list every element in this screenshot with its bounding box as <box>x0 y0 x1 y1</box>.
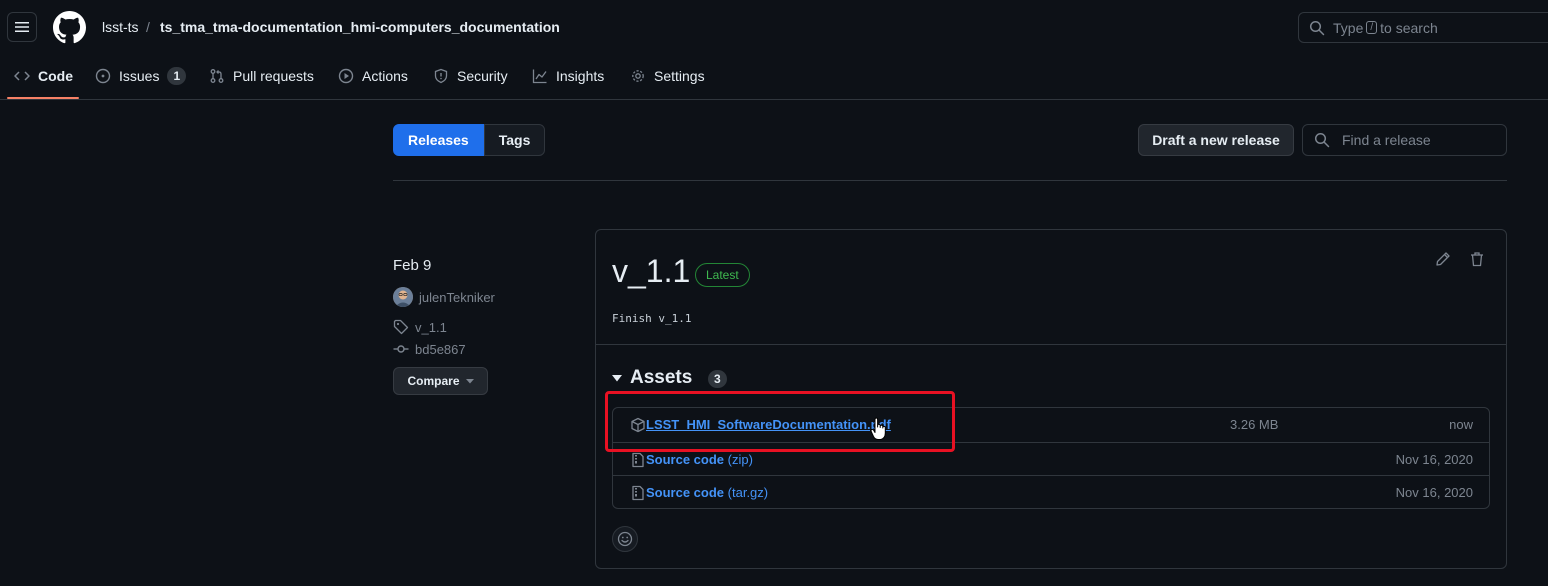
asset-date: Nov 16, 2020 <box>1395 452 1473 467</box>
draft-new-release-button[interactable]: Draft a new release <box>1138 124 1294 156</box>
tab-code[interactable]: Code <box>14 62 73 90</box>
highlight-box <box>605 391 955 452</box>
code-icon <box>14 71 30 81</box>
tab-security[interactable]: Security <box>433 62 508 90</box>
asset-name: Source code <box>646 485 725 500</box>
asset-date: now <box>1449 417 1473 432</box>
find-release-field[interactable] <box>1302 124 1507 156</box>
latest-badge: Latest <box>695 263 750 287</box>
tab-settings[interactable]: Settings <box>630 62 705 90</box>
tab-actions[interactable]: Actions <box>338 62 408 90</box>
compare-button[interactable]: Compare <box>393 367 488 395</box>
source-code-zip-link[interactable]: Source code (zip) <box>646 452 753 467</box>
active-tab-underline <box>7 97 79 99</box>
assets-toggle[interactable]: Assets <box>612 367 692 389</box>
release-notes: Finish v_1.1 <box>612 312 692 325</box>
hamburger-icon <box>15 22 29 32</box>
source-code-targz-link[interactable]: Source code (tar.gz) <box>646 485 768 500</box>
shield-icon <box>434 68 448 84</box>
asset-name: Source code <box>646 452 725 467</box>
pencil-icon[interactable] <box>1435 251 1451 267</box>
list-item: Source code (tar.gz) Nov 16, 2020 <box>613 475 1489 509</box>
asset-format: (zip) <box>727 452 753 467</box>
triangle-down-icon <box>612 375 622 382</box>
graph-icon <box>532 69 547 84</box>
global-nav-menu-button[interactable] <box>7 12 37 42</box>
search-hint-prefix: Type <box>1333 19 1364 36</box>
compare-label: Compare <box>407 374 460 388</box>
file-zip-icon <box>632 452 644 468</box>
hand-pointer-icon <box>870 417 888 441</box>
search-icon <box>1309 20 1325 35</box>
author-link[interactable]: julenTekniker <box>419 290 495 305</box>
asset-size: 3.26 MB <box>1230 417 1279 432</box>
tag-link[interactable]: v_1.1 <box>415 320 447 335</box>
breadcrumb-owner-link[interactable]: lsst-ts <box>102 19 139 35</box>
global-search-input[interactable]: Type / to search <box>1298 12 1548 43</box>
triangle-down-icon <box>465 379 474 384</box>
assets-count-badge: 3 <box>708 370 727 388</box>
tab-pull-requests[interactable]: Pull requests <box>209 62 314 90</box>
tab-label: Actions <box>362 68 408 84</box>
assets-heading: Assets <box>630 367 693 388</box>
github-logo-icon[interactable] <box>53 11 86 44</box>
smiley-icon <box>617 531 633 547</box>
tab-label: Pull requests <box>233 68 314 84</box>
releases-tags-toggle: Releases Tags <box>393 124 546 156</box>
tab-label: Security <box>457 68 508 84</box>
git-pull-request-icon <box>210 69 224 83</box>
trash-icon[interactable] <box>1469 251 1485 267</box>
section-divider <box>393 180 1507 181</box>
card-divider <box>596 344 1506 345</box>
find-release-input[interactable] <box>1340 131 1504 149</box>
release-commit[interactable]: bd5e867 <box>393 341 466 357</box>
issues-count-badge: 1 <box>167 67 187 85</box>
breadcrumb-separator: / <box>146 19 150 35</box>
play-icon <box>338 68 354 84</box>
tab-insights[interactable]: Insights <box>532 62 604 90</box>
search-icon <box>1314 132 1330 148</box>
release-author[interactable]: julenTekniker <box>393 287 495 307</box>
tab-label: Code <box>38 68 73 84</box>
asset-date: Nov 16, 2020 <box>1395 485 1473 500</box>
gear-icon <box>632 70 644 82</box>
tab-label: Issues <box>119 68 160 84</box>
asset-format: (tar.gz) <box>727 485 769 500</box>
repo-nav: Code Issues 1 Pull requests Actions Secu… <box>0 62 1548 100</box>
breadcrumb-repo-link[interactable]: ts_tma_tma-documentation_hmi-computers_d… <box>160 19 560 35</box>
tab-label: Insights <box>556 68 605 84</box>
tab-label: Settings <box>654 68 705 84</box>
release-date: Feb 9 <box>393 257 432 274</box>
tags-tab[interactable]: Tags <box>483 124 546 156</box>
avatar[interactable] <box>393 287 413 307</box>
release-tag[interactable]: v_1.1 <box>393 319 447 335</box>
commit-link[interactable]: bd5e867 <box>415 342 466 357</box>
tag-icon <box>393 319 409 335</box>
tab-issues[interactable]: Issues 1 <box>95 62 187 90</box>
add-reaction-button[interactable] <box>612 526 638 552</box>
issue-opened-icon <box>95 68 111 84</box>
release-title[interactable]: v_1.1 <box>612 253 690 290</box>
releases-tab[interactable]: Releases <box>393 124 484 156</box>
search-shortcut-key: / <box>1366 21 1378 34</box>
search-hint-suffix: to search <box>1380 19 1438 36</box>
git-commit-icon <box>393 345 409 353</box>
file-zip-icon <box>632 485 644 501</box>
